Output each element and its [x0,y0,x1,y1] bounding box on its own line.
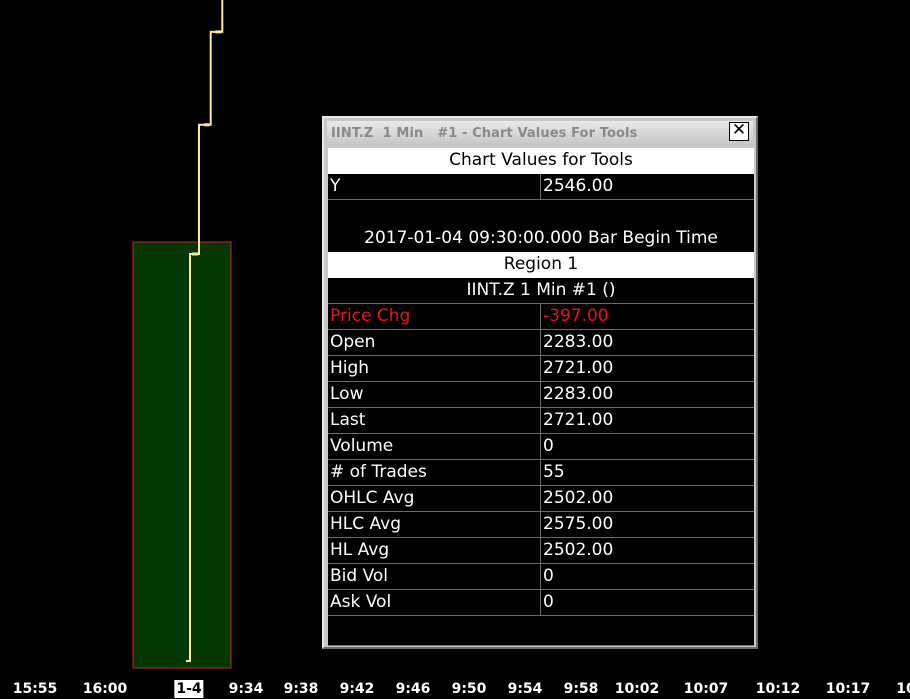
row-label: HL Avg [328,538,541,564]
values-table: Chart Values for Tools Y 2546.00 2017-01… [328,148,754,646]
row-value: -397.00 [541,304,754,330]
price-bar-mark [192,252,198,256]
blank-footer [328,616,754,646]
time-tick-label: 10 [896,681,910,697]
table-row: HLC Avg 2575.00 [328,512,754,538]
table-row: Last 2721.00 [328,408,754,434]
y-value-row: Y 2546.00 [328,174,754,200]
row-label: OHLC Avg [328,486,541,512]
row-label: Price Chg [328,304,541,330]
row-label: Low [328,382,541,408]
table-row: Ask Vol 0 [328,590,754,616]
row-label: Bid Vol [328,564,541,590]
table-row: Open 2283.00 [328,330,754,356]
row-value: 2575.00 [541,512,754,538]
time-tick-label: 16:00 [82,681,128,697]
time-tick-label: 9:46 [395,681,431,697]
row-value: 0 [541,590,754,616]
window-title: IINT.Z 1 Min #1 - Chart Values For Tools [331,126,638,141]
row-value: 2502.00 [541,486,754,512]
region-header: Region 1 [328,252,754,278]
row-value: 0 [541,434,754,460]
row-value: 0 [541,564,754,590]
row-label: Open [328,330,541,356]
table-row: Bid Vol 0 [328,564,754,590]
row-value: 2721.00 [541,408,754,434]
row-value: 2283.00 [541,330,754,356]
time-tick-label: 15:55 [12,681,58,697]
study-name: IINT.Z 1 Min #1 () [328,278,754,304]
row-label: # of Trades [328,460,541,486]
table-row: HL Avg 2502.00 [328,538,754,564]
bar-begin-time: 2017-01-04 09:30:00.000 Bar Begin Time [364,228,718,248]
table-row: High 2721.00 [328,356,754,382]
table-row: Low 2283.00 [328,382,754,408]
time-tick-label: 9:54 [507,681,543,697]
blank-row [328,200,754,226]
time-tick-label: 9:50 [451,681,487,697]
table-row: Price Chg -397.00 [328,304,754,330]
time-tick-label: 9:34 [228,681,264,697]
time-tick-label: 1-4 [174,680,204,698]
row-label: Ask Vol [328,590,541,616]
time-tick-label: 9:58 [563,681,599,697]
time-tick-label: 10:07 [683,681,729,697]
table-row: OHLC Avg 2502.00 [328,486,754,512]
row-label: HLC Avg [328,512,541,538]
window-title-bar[interactable]: IINT.Z 1 Min #1 - Chart Values For Tools… [327,121,753,145]
chart-values-window[interactable]: IINT.Z 1 Min #1 - Chart Values For Tools… [322,116,758,649]
table-row: # of Trades 55 [328,460,754,486]
time-tick-label: 9:42 [339,681,375,697]
table-row: Volume 0 [328,434,754,460]
price-bar-mark [215,30,222,34]
row-value: 55 [541,460,754,486]
table-header: Chart Values for Tools [328,148,754,174]
row-label: Last [328,408,541,434]
row-label: High [328,356,541,382]
time-tick-label: 10:12 [755,681,801,697]
time-tick-label: 10:17 [825,681,871,697]
row-value: 2721.00 [541,356,754,382]
row-label: Volume [328,434,541,460]
row-value: 2502.00 [541,538,754,564]
row-value: 2283.00 [541,382,754,408]
highlighted-bar-region [132,241,232,669]
time-tick-label: 9:38 [283,681,319,697]
close-icon[interactable]: ✕ [732,120,746,140]
time-axis: 15:55 16:00 1-4 9:34 9:38 9:42 9:46 9:50 9:54 9:5… [0,679,910,699]
close-button[interactable]: ✕ [729,122,749,141]
price-bar-mark [203,123,210,127]
time-tick-label: 10:02 [614,681,660,697]
y-value: 2546.00 [541,174,754,200]
y-label: Y [328,174,541,200]
